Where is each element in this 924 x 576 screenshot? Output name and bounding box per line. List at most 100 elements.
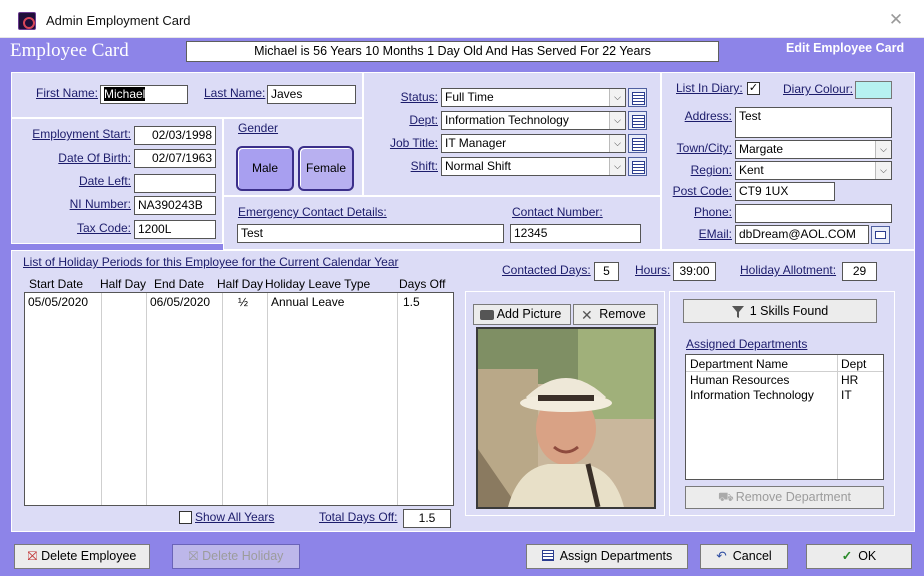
- camera-icon: [480, 310, 494, 320]
- cancel-button[interactable]: ↶ Cancel: [700, 544, 788, 569]
- email-field[interactable]: dbDream@AOL.COM: [735, 225, 869, 244]
- email-send-icon[interactable]: [871, 226, 890, 244]
- holidays-title: List of Holiday Periods for this Employe…: [23, 255, 399, 269]
- list-in-diary-label: List In Diary:: [676, 81, 743, 95]
- gender-female-button[interactable]: Female: [298, 146, 354, 191]
- ni-number-field[interactable]: NA390243B: [134, 196, 216, 215]
- emergency-contact-field[interactable]: Test: [237, 224, 504, 243]
- remove-department-button[interactable]: ⛟ Remove Department: [685, 486, 884, 509]
- first-name-value: Michael: [104, 87, 146, 101]
- shift-list-icon[interactable]: [628, 157, 647, 176]
- diary-colour-swatch[interactable]: [855, 81, 892, 99]
- holiday-allotment-label: Holiday Allotment:: [740, 263, 837, 277]
- gender-male-button[interactable]: Male: [236, 146, 294, 191]
- show-all-years-checkbox[interactable]: [179, 511, 192, 524]
- status-label: Status:: [400, 90, 438, 104]
- remove-picture-label: Remove: [599, 307, 646, 321]
- holiday-allotment-field[interactable]: 29: [842, 262, 877, 281]
- contact-number-field[interactable]: 12345: [510, 224, 641, 243]
- dept-label: Dept:: [409, 113, 438, 127]
- address-field[interactable]: Test: [735, 107, 892, 138]
- age-service-message: Michael is 56 Years 10 Months 1 Day Old …: [186, 41, 719, 62]
- col-half-day: Half Day: [100, 277, 147, 291]
- dept-select[interactable]: Information Technology ⌵: [441, 111, 626, 130]
- skills-found-button[interactable]: 1 Skills Found: [683, 299, 877, 323]
- holiday-list[interactable]: 05/05/2020 06/05/2020 ½ Annual Leave 1.5: [24, 292, 454, 506]
- date-of-birth-label: Date Of Birth:: [58, 151, 131, 165]
- list-item[interactable]: Human Resources HR: [686, 373, 883, 388]
- close-icon: ✕: [581, 307, 593, 323]
- assign-departments-button[interactable]: Assign Departments: [526, 544, 688, 569]
- hours-label: Hours:: [635, 263, 671, 277]
- list-item[interactable]: Information Technology IT: [686, 388, 883, 403]
- delete-employee-button[interactable]: ⛝ Delete Employee: [14, 544, 150, 569]
- col-days-off: Days Off: [399, 277, 446, 291]
- post-code-field[interactable]: CT9 1UX: [735, 182, 835, 201]
- job-title-select[interactable]: IT Manager ⌵: [441, 134, 626, 153]
- departments-list[interactable]: Department Name Dept Human Resources HR …: [685, 354, 884, 480]
- date-left-field[interactable]: [134, 174, 216, 193]
- region-select[interactable]: Kent ⌵: [735, 161, 892, 180]
- list-in-diary-checkbox[interactable]: ✓: [747, 82, 760, 95]
- dept-value: Information Technology: [445, 113, 569, 127]
- contacted-days-field[interactable]: 5: [594, 262, 619, 281]
- holiday-column-headers: Start Date Half Day End Date Half Day Ho…: [29, 277, 449, 291]
- employment-start-label: Employment Start:: [32, 127, 131, 141]
- chevron-down-icon[interactable]: ⌵: [875, 162, 891, 179]
- phone-field[interactable]: [735, 204, 892, 223]
- department-code: HR: [841, 373, 859, 387]
- delete-employee-label: Delete Employee: [41, 549, 137, 563]
- total-days-off-label: Total Days Off:: [319, 510, 398, 524]
- status-list-icon[interactable]: [628, 88, 647, 107]
- shift-select[interactable]: Normal Shift ⌵: [441, 157, 626, 176]
- table-row[interactable]: 05/05/2020 06/05/2020 ½ Annual Leave 1.5: [25, 295, 453, 311]
- ok-button[interactable]: ✓ OK: [806, 544, 912, 569]
- show-all-years-label: Show All Years: [195, 510, 275, 524]
- departments-header: Department Name Dept: [686, 355, 883, 372]
- delete-icon: ⛝: [27, 549, 38, 563]
- chevron-down-icon[interactable]: ⌵: [609, 112, 625, 129]
- tax-code-label: Tax Code:: [76, 221, 131, 235]
- check-icon: ✓: [841, 549, 853, 563]
- add-picture-button[interactable]: Add Picture: [473, 304, 571, 325]
- chevron-down-icon[interactable]: ⌵: [609, 89, 625, 106]
- funnel-icon: [731, 304, 745, 318]
- chevron-down-icon[interactable]: ⌵: [875, 141, 891, 158]
- remove-icon: ⛟: [717, 490, 734, 504]
- status-select[interactable]: Full Time ⌵: [441, 88, 626, 107]
- employment-start-field[interactable]: 02/03/1998: [134, 126, 216, 145]
- diary-colour-label: Diary Colour:: [783, 82, 854, 96]
- cell-start-date: 05/05/2020: [28, 295, 89, 309]
- ni-number-label: NI Number:: [69, 197, 131, 211]
- cell-half-day-2: ½: [238, 295, 249, 309]
- department-code: IT: [841, 388, 852, 402]
- delete-icon: ⛝: [188, 549, 199, 563]
- close-icon[interactable]: ✕: [886, 10, 906, 30]
- date-of-birth-field[interactable]: 02/07/1963: [134, 149, 216, 168]
- col-start-date: Start Date: [29, 277, 84, 291]
- remove-picture-button[interactable]: ✕ Remove: [573, 304, 658, 325]
- gender-label: Gender: [238, 121, 279, 135]
- chevron-down-icon[interactable]: ⌵: [609, 158, 625, 175]
- first-name-field[interactable]: Michael: [100, 85, 188, 104]
- hours-field[interactable]: 39:00: [673, 262, 716, 281]
- dept-list-icon[interactable]: [628, 111, 647, 130]
- last-name-field[interactable]: Javes: [267, 85, 356, 104]
- delete-holiday-button[interactable]: ⛝ Delete Holiday: [172, 544, 300, 569]
- town-city-select[interactable]: Margate ⌵: [735, 140, 892, 159]
- col-end-date: End Date: [154, 277, 205, 291]
- shift-label: Shift:: [410, 159, 438, 173]
- tax-code-field[interactable]: 1200L: [134, 220, 216, 239]
- town-city-label: Town/City:: [676, 141, 732, 155]
- add-picture-label: Add Picture: [496, 307, 562, 321]
- date-left-label: Date Left:: [78, 174, 131, 188]
- total-days-off-field: 1.5: [403, 509, 451, 528]
- app-logo-icon: [18, 12, 36, 30]
- chevron-down-icon[interactable]: ⌵: [609, 135, 625, 152]
- post-code-label: Post Code:: [672, 184, 732, 198]
- region-value: Kent: [739, 163, 764, 177]
- job-title-list-icon[interactable]: [628, 134, 647, 153]
- col-dept-code: Dept: [841, 357, 867, 371]
- status-value: Full Time: [445, 90, 494, 104]
- emergency-contact-label: Emergency Contact Details:: [238, 205, 387, 219]
